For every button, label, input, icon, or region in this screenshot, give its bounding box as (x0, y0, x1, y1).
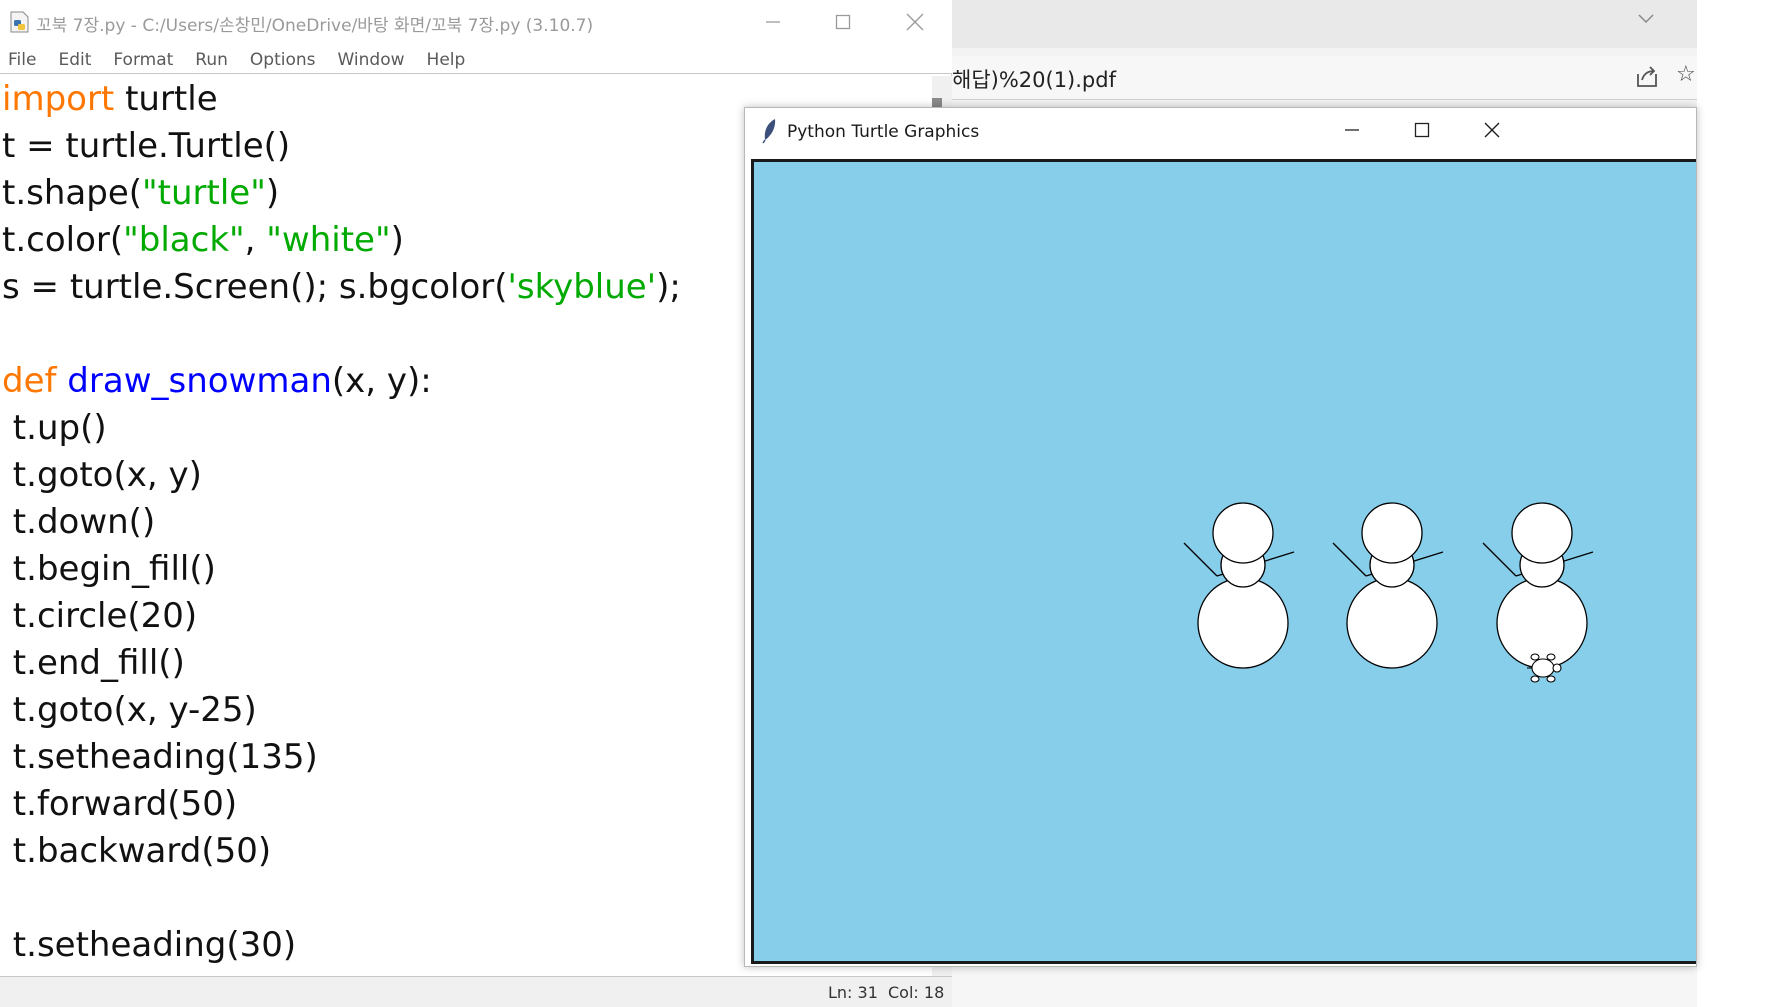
share-icon[interactable] (1634, 64, 1662, 92)
code-token: turtle (114, 79, 218, 119)
code-token: draw_snowman (67, 361, 332, 401)
code-token: ) (265, 173, 280, 213)
chevron-down-icon[interactable] (1632, 8, 1660, 36)
code-token: , (244, 220, 267, 260)
star-icon[interactable]: ☆ (1676, 62, 1696, 87)
snowman-1 (1183, 502, 1295, 669)
turtle-graphics-window: Python Turtle Graphics (744, 107, 1697, 967)
turtle-canvas[interactable] (751, 159, 1696, 964)
code-token: t.up() (2, 408, 107, 448)
code-token: t.setheading(135) (2, 737, 318, 777)
code-token: t.down() (2, 502, 156, 542)
python-file-icon (8, 10, 32, 34)
code-token: t.goto(x, y-25) (2, 690, 257, 730)
feather-icon (761, 118, 779, 144)
code-token: ) (390, 220, 404, 260)
maximize-icon[interactable] (820, 4, 866, 40)
code-token: t.forward(50) (2, 784, 238, 824)
code-token: t.shape( (2, 173, 143, 213)
code-token: t.backward(50) (2, 831, 272, 871)
menu-format[interactable]: Format (113, 50, 184, 70)
code-token: "black" (123, 220, 245, 260)
status-line: Ln: 31 (828, 983, 878, 1002)
status-column: Col: 18 (888, 983, 945, 1002)
code-token: def (2, 361, 57, 401)
snowman-2 (1332, 502, 1444, 669)
menu-options[interactable]: Options (250, 50, 327, 70)
code-token: 'skyblue' (507, 267, 657, 307)
menu-help[interactable]: Help (427, 50, 477, 70)
maximize-icon[interactable] (1399, 112, 1445, 148)
code-token: (x, y): (331, 361, 432, 401)
code-token: t.setheading(30) (2, 925, 297, 965)
desktop-edge (1697, 0, 1775, 1007)
code-token: t.color( (2, 220, 124, 260)
code-token: t.begin_fill() (2, 549, 216, 589)
menu-file[interactable]: File (8, 50, 47, 70)
status-bar: Ln: 31 Col: 18 (0, 976, 952, 1007)
browser-address-bar[interactable]: 해답)%20(1).pdf ☆ (952, 56, 1697, 100)
code-token: t.circle(20) (2, 596, 198, 636)
editor-title: 꼬북 7장.py - C:/Users/손창민/OneDrive/바탕 화면/꼬… (36, 16, 594, 36)
code-token: "turtle" (142, 173, 266, 213)
minimize-icon[interactable] (1329, 112, 1375, 148)
minimize-icon[interactable] (750, 4, 796, 40)
menu-window[interactable]: Window (338, 50, 416, 70)
menu-run[interactable]: Run (195, 50, 239, 70)
code-token: import (2, 79, 115, 119)
code-token: t.end_fill() (2, 643, 185, 683)
turtle-window-title: Python Turtle Graphics (787, 122, 980, 142)
snowman-3 (1482, 502, 1594, 669)
code-token: t = turtle.Turtle() (2, 126, 291, 166)
turtle-title-bar: Python Turtle Graphics (745, 108, 1696, 152)
code-token: "white" (266, 220, 391, 260)
close-icon[interactable] (892, 4, 938, 40)
address-text: 해답)%20(1).pdf (952, 68, 1116, 92)
close-icon[interactable] (1469, 112, 1515, 148)
code-token: ); (656, 267, 681, 307)
editor-title-bar: 꼬북 7장.py - C:/Users/손창민/OneDrive/바탕 화면/꼬… (0, 0, 952, 46)
code-token: t.goto(x, y) (2, 455, 202, 495)
menu-edit[interactable]: Edit (58, 50, 102, 70)
editor-menu-bar: File Edit Format Run Options Window Help (0, 46, 952, 74)
browser-tab-bar (952, 0, 1697, 48)
browser-page-bottom (952, 960, 1697, 1007)
code-token: s = turtle.Screen(); s.bgcolor( (2, 267, 508, 307)
